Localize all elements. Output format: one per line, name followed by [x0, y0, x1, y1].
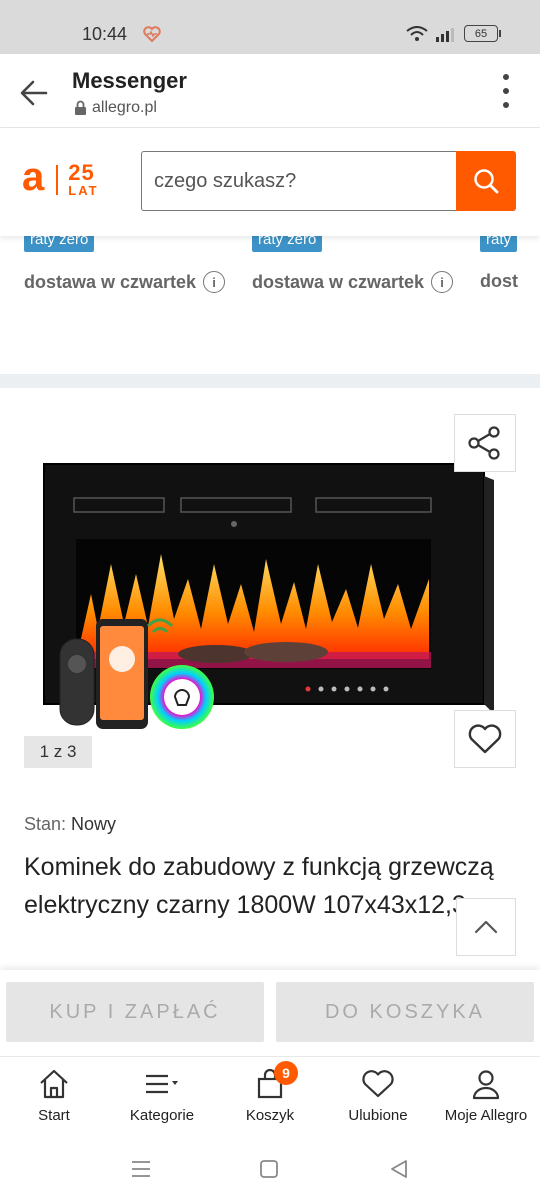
url-text: allegro.pl: [92, 99, 157, 116]
buy-now-button[interactable]: KUP I ZAPŁAĆ: [6, 982, 264, 1042]
logo-divider: [56, 164, 59, 195]
purchase-action-bar: KUP I ZAPŁAĆ DO KOSZYKA: [0, 970, 540, 1056]
lock-icon: [75, 100, 86, 115]
browser-url: allegro.pl: [74, 99, 157, 117]
heart-icon: [362, 1070, 394, 1098]
recent-apps-icon: [132, 1161, 150, 1177]
health-heart-icon: [143, 26, 161, 42]
nav-label: Moje Allegro: [444, 1107, 528, 1124]
allegro-logo[interactable]: a 25 LAT: [22, 157, 99, 198]
delivery-info: dostawa w czwartek i: [252, 271, 454, 293]
raty-badge: raty zero: [24, 236, 95, 252]
recent-apps-button[interactable]: [128, 1156, 154, 1182]
wifi-icon: [406, 25, 428, 41]
status-indicators: 65: [406, 25, 501, 42]
product-title: Kominek do zabudowy z funkcją grzewczą e…: [24, 853, 494, 919]
image-counter: 1 z 3: [24, 736, 92, 768]
battery-indicator: 65: [464, 25, 501, 42]
nav-item-favorites[interactable]: Ulubione: [324, 1057, 432, 1140]
search-input[interactable]: [142, 152, 457, 210]
back-triangle-icon: [391, 1160, 407, 1178]
scroll-to-top-button[interactable]: [456, 898, 516, 956]
chevron-up-icon: [474, 920, 498, 934]
search-box: [141, 151, 457, 211]
signal-icon: [436, 27, 454, 42]
system-navigation-bar: [0, 1140, 540, 1200]
back-system-button[interactable]: [386, 1156, 412, 1182]
dot-icon: [503, 88, 509, 94]
delivery-text: dostawa w czwartek: [24, 271, 197, 292]
cart-count-badge: 9: [274, 1061, 298, 1085]
logo-word: LAT: [68, 183, 99, 198]
nav-label: Koszyk: [245, 1107, 295, 1124]
home-system-button[interactable]: [256, 1156, 282, 1182]
listing-item[interactable]: raty zero dostawa w czwartek i: [252, 236, 454, 293]
delivery-text: dost: [480, 271, 518, 291]
add-to-cart-button[interactable]: DO KOSZYKA: [276, 982, 534, 1042]
home-square-icon: [260, 1160, 278, 1178]
condition-label: Stan:: [24, 814, 67, 834]
product-section: 1 z 3 Stan: Nowy Kominek do zabudowy z f…: [0, 388, 540, 970]
bottom-navigation: Start Kategorie 9 Koszyk Ulubione Moje A…: [0, 1056, 540, 1140]
raty-badge: raty: [480, 236, 518, 252]
delivery-text: dostawa w czwartek: [252, 271, 425, 292]
search-icon: [474, 169, 499, 194]
section-divider: [0, 374, 540, 388]
more-options-button[interactable]: [498, 74, 514, 108]
listing-item[interactable]: raty zero dostawa w czwartek i: [24, 236, 226, 293]
status-time: 10:44: [82, 24, 128, 44]
dot-icon: [503, 74, 509, 80]
logo-letter: a: [22, 154, 45, 199]
nav-item-cart[interactable]: 9 Koszyk: [216, 1057, 324, 1140]
home-icon: [40, 1069, 68, 1099]
share-icon: [468, 426, 500, 460]
nav-item-start[interactable]: Start: [0, 1057, 108, 1140]
logo-anniversary: 25 LAT: [68, 160, 99, 198]
logo-number: 25: [68, 160, 95, 185]
delivery-info: dost: [480, 271, 540, 292]
product-condition: Stan: Nowy: [24, 814, 116, 835]
product-image[interactable]: [36, 414, 506, 764]
user-icon: [472, 1070, 500, 1100]
browser-title: Messenger: [72, 68, 187, 93]
listing-carousel: raty zero dostawa w czwartek i raty zero…: [0, 236, 540, 374]
listing-item[interactable]: raty dost: [480, 236, 540, 292]
allegro-header: a 25 LAT: [0, 128, 540, 236]
nav-label: Start: [38, 1107, 70, 1124]
delivery-info: dostawa w czwartek i: [24, 271, 226, 293]
condition-value: Nowy: [71, 814, 117, 834]
heart-icon: [468, 724, 502, 754]
back-arrow-icon[interactable]: [16, 74, 54, 112]
nav-label: Ulubione: [348, 1107, 408, 1124]
share-button[interactable]: [454, 414, 516, 472]
status-bar: 10:44 65: [0, 0, 540, 54]
add-to-favorites-button[interactable]: [454, 710, 516, 768]
raty-badge: raty zero: [252, 236, 323, 252]
nav-label: Kategorie: [129, 1107, 195, 1124]
menu-list-icon: [146, 1074, 178, 1094]
info-icon[interactable]: i: [431, 271, 454, 293]
browser-header: Messenger allegro.pl: [0, 54, 540, 128]
nav-item-categories[interactable]: Kategorie: [108, 1057, 216, 1140]
nav-item-my-allegro[interactable]: Moje Allegro: [432, 1057, 540, 1140]
search-button[interactable]: [456, 151, 516, 211]
dot-icon: [503, 102, 509, 108]
info-icon[interactable]: i: [203, 271, 226, 293]
